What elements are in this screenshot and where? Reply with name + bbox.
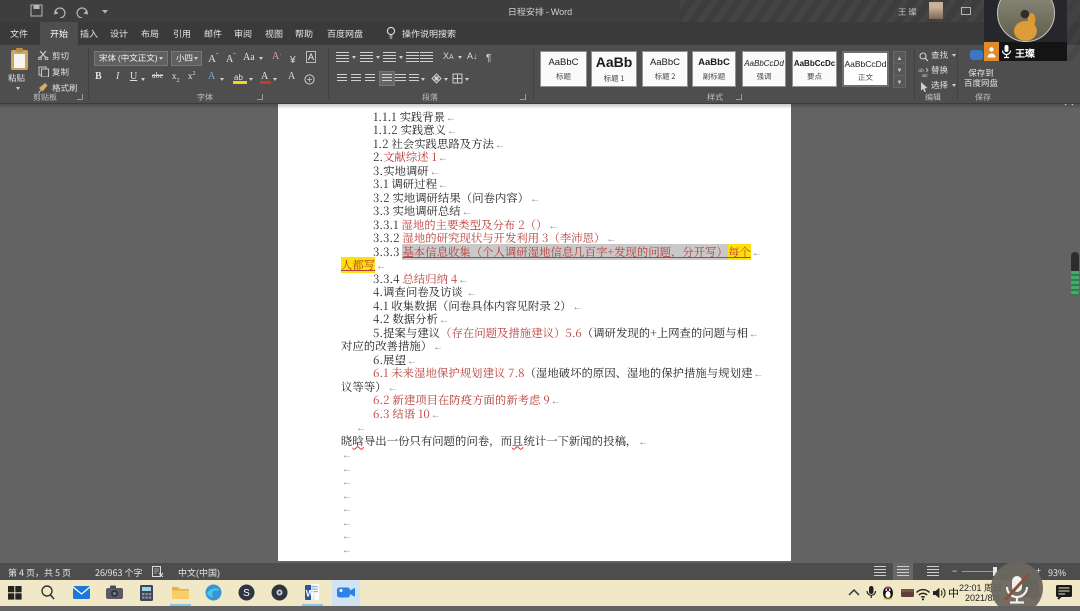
svg-text:中: 中 <box>948 585 959 601</box>
svg-text:ac: ac <box>922 73 928 77</box>
svg-text:S: S <box>243 588 250 599</box>
svg-text:W: W <box>306 589 315 599</box>
